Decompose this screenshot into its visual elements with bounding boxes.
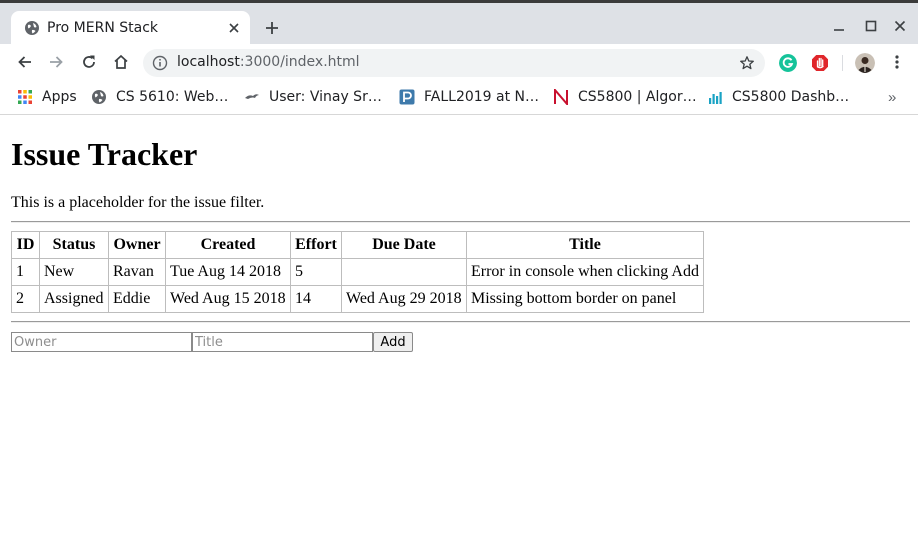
address-bar[interactable]: localhost:3000/index.html bbox=[143, 49, 765, 77]
forward-arrow-icon[interactable] bbox=[47, 53, 65, 71]
bookmark-label: FALL2019 at N… bbox=[424, 89, 540, 105]
bookmark-user-vinay[interactable]: User: Vinay Sr… bbox=[244, 87, 382, 107]
cell-status: New bbox=[39, 258, 109, 286]
cell-title: Error in console when clicking Add bbox=[466, 258, 704, 286]
table-header-row: ID Status Owner Created Effort Due Date … bbox=[11, 231, 704, 259]
cell-title: Missing bottom border on panel bbox=[466, 285, 704, 313]
url-path: :3000/index.html bbox=[239, 54, 360, 70]
home-icon[interactable] bbox=[112, 53, 130, 71]
bookmark-cs5610[interactable]: CS 5610: Web… bbox=[91, 87, 228, 107]
browser-toolbar: localhost:3000/index.html bbox=[0, 44, 918, 81]
cell-id: 2 bbox=[11, 285, 40, 313]
table-row: 2 Assigned Eddie Wed Aug 15 2018 14 Wed … bbox=[11, 285, 704, 313]
bar-chart-icon bbox=[709, 92, 722, 104]
bookmark-label: CS5800 | Algor… bbox=[578, 89, 697, 105]
browser-tab[interactable]: Pro MERN Stack bbox=[11, 11, 250, 47]
column-header-owner: Owner bbox=[108, 231, 166, 259]
cell-effort: 5 bbox=[290, 258, 342, 286]
cell-owner: Eddie bbox=[108, 285, 166, 313]
bookmarks-overflow-icon[interactable]: » bbox=[888, 89, 896, 106]
column-header-effort: Effort bbox=[290, 231, 342, 259]
adblock-hand-icon[interactable] bbox=[811, 54, 829, 72]
title-bar: Pro MERN Stack bbox=[0, 0, 918, 47]
browser-chrome: Pro MERN Stack localhost:3000/index.html… bbox=[0, 0, 918, 115]
cell-effort: 14 bbox=[290, 285, 342, 313]
bookmark-label: Apps bbox=[42, 89, 77, 105]
close-icon[interactable] bbox=[226, 20, 242, 36]
issue-filter-placeholder: This is a placeholder for the issue filt… bbox=[11, 194, 265, 211]
column-header-id: ID bbox=[11, 231, 40, 259]
toolbar-divider bbox=[842, 55, 843, 71]
cell-owner: Ravan bbox=[108, 258, 166, 286]
minimize-icon[interactable] bbox=[832, 19, 846, 33]
star-icon[interactable] bbox=[739, 55, 755, 71]
window-close-icon[interactable] bbox=[893, 19, 907, 33]
reload-icon[interactable] bbox=[80, 53, 98, 71]
more-vertical-icon[interactable] bbox=[890, 53, 904, 71]
bookmark-label: User: Vinay Sr… bbox=[269, 89, 382, 105]
globe-icon bbox=[25, 21, 39, 35]
cell-created: Tue Aug 14 2018 bbox=[165, 258, 291, 286]
column-header-created: Created bbox=[165, 231, 291, 259]
table-row: 1 New Ravan Tue Aug 14 2018 5 Error in c… bbox=[11, 258, 704, 286]
column-header-title: Title bbox=[466, 231, 704, 259]
url-host: localhost bbox=[177, 54, 240, 70]
bookmark-cs5800-dashboard[interactable]: CS5800 Dashb… bbox=[707, 87, 849, 107]
bookmarks-bar: Apps CS 5610: Web… User: Vinay Sr… FALL2… bbox=[0, 81, 918, 115]
column-header-status: Status bbox=[39, 231, 109, 259]
add-button[interactable]: Add bbox=[373, 332, 413, 352]
column-header-due-date: Due Date bbox=[341, 231, 467, 259]
issue-table: ID Status Owner Created Effort Due Date … bbox=[11, 231, 704, 313]
apps-grid-icon bbox=[18, 90, 32, 104]
cell-due-date bbox=[341, 258, 467, 286]
info-icon[interactable] bbox=[152, 55, 168, 71]
cell-status: Assigned bbox=[39, 285, 109, 313]
bookmark-cs5800-algor[interactable]: CS5800 | Algor… bbox=[553, 87, 697, 107]
divider bbox=[11, 321, 910, 323]
bookmark-apps[interactable]: Apps bbox=[17, 87, 77, 107]
bird-icon bbox=[245, 94, 259, 99]
cell-id: 1 bbox=[11, 258, 40, 286]
cell-created: Wed Aug 15 2018 bbox=[165, 285, 291, 313]
owner-input[interactable] bbox=[11, 332, 192, 352]
bookmark-label: CS 5610: Web… bbox=[116, 89, 229, 105]
avatar[interactable] bbox=[855, 53, 875, 73]
divider bbox=[11, 221, 910, 223]
page-title: Issue Tracker bbox=[11, 136, 198, 172]
globe-icon bbox=[92, 90, 106, 104]
maximize-icon[interactable] bbox=[864, 19, 878, 33]
cell-due-date: Wed Aug 29 2018 bbox=[341, 285, 467, 313]
page-content: Issue Tracker This is a placeholder for … bbox=[0, 115, 918, 544]
title-input[interactable] bbox=[192, 332, 373, 352]
back-arrow-icon[interactable] bbox=[16, 53, 34, 71]
bookmark-fall2019[interactable]: FALL2019 at N… bbox=[399, 87, 539, 107]
northeastern-n-icon bbox=[554, 89, 568, 105]
bookmark-label: CS5800 Dashb… bbox=[732, 89, 850, 105]
plus-icon[interactable] bbox=[264, 20, 280, 36]
grammarly-icon[interactable] bbox=[779, 54, 797, 72]
piazza-icon bbox=[399, 89, 415, 105]
tab-title: Pro MERN Stack bbox=[47, 20, 158, 36]
url-text: localhost:3000/index.html bbox=[177, 54, 360, 70]
